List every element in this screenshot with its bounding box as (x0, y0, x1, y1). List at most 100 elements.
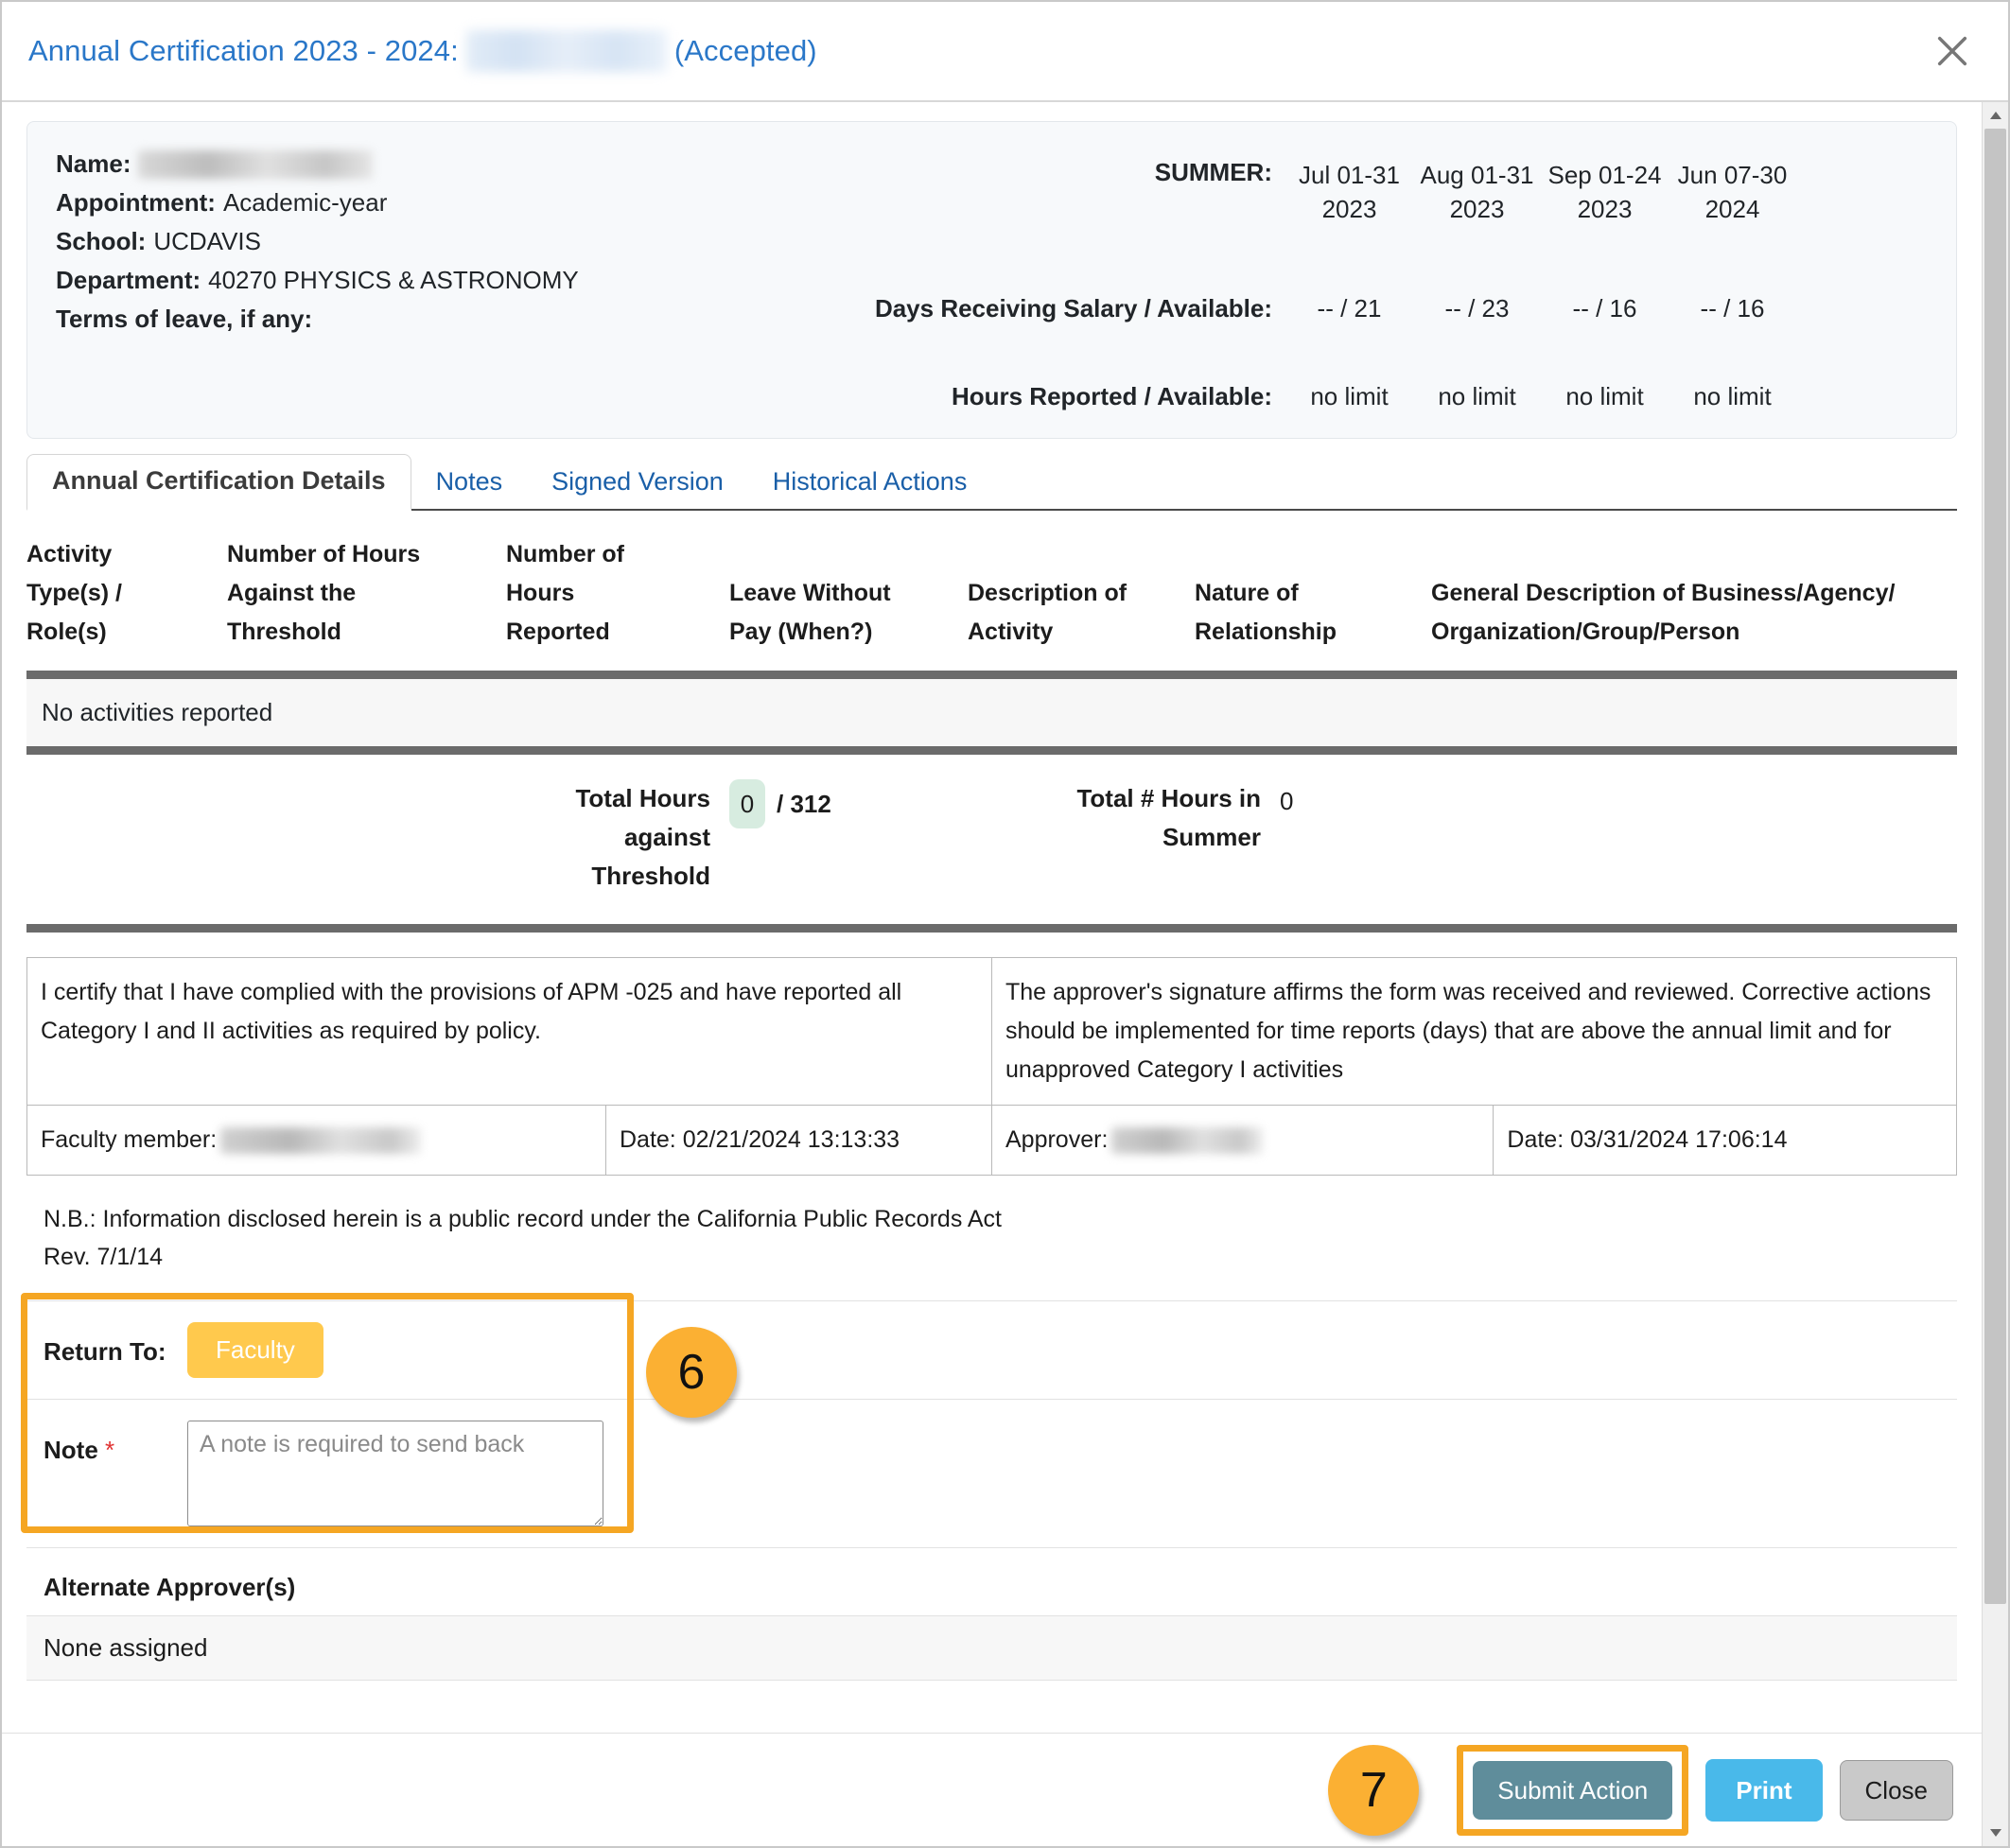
callout-marker-6: 6 (646, 1327, 737, 1418)
total-hours-threshold-label-l1: Total Hours (575, 784, 710, 812)
hours-reported-value-3: no limit (1693, 382, 1772, 410)
col-header-nature-relationship-l1: Nature of (1195, 580, 1299, 606)
return-to-faculty-button[interactable]: Faculty (187, 1322, 323, 1378)
tab-signed-version[interactable]: Signed Version (527, 455, 748, 509)
col-header-activity-type: Activity Type(s) / Role(s) (26, 535, 227, 652)
modal-content: Name: Appointment: Academic-year School:… (2, 102, 1982, 1846)
period-range-0: Jul 01-31 (1299, 161, 1400, 189)
period-range-3: Jun 07-30 (1677, 161, 1788, 189)
col-header-hours-reported-l3: Reported (506, 619, 610, 645)
total-hours-threshold-value: 0 (729, 779, 765, 828)
modal-titlebar: Annual Certification 2023 - 2024: (Accep… (2, 2, 2008, 102)
approver-date-cell: Date: 03/31/2024 17:06:14 (1493, 1105, 1957, 1176)
tab-annual-certification-details[interactable]: Annual Certification Details (26, 454, 411, 511)
total-hours-summer-label: Total # Hours in Summer (968, 779, 1280, 857)
signature-row: Faculty member: Date: 02/21/2024 13:13:3… (26, 1105, 1957, 1176)
tab-notes[interactable]: Notes (411, 455, 528, 509)
public-record-notice-line2: Rev. 7/1/14 (44, 1244, 164, 1270)
note-input[interactable] (187, 1421, 603, 1526)
faculty-info-left: Name: Appointment: Academic-year School:… (56, 145, 841, 411)
info-name-label: Name: (56, 149, 131, 178)
hours-reported-value-2: no limit (1565, 382, 1644, 410)
close-icon[interactable] (1931, 29, 1974, 73)
modal-footer: 7 Submit Action Print Close (2, 1733, 1982, 1846)
info-department-row: Department: 40270 PHYSICS & ASTRONOMY (56, 261, 841, 300)
days-salary-value-3: -- / 16 (1700, 294, 1765, 323)
summer-label: SUMMER: (1154, 158, 1272, 186)
submit-action-highlight-box: Submit Action (1457, 1744, 1689, 1836)
total-hours-summer-label-l1: Total # Hours in (1076, 784, 1261, 812)
alternate-approvers-value: None assigned (26, 1615, 1957, 1681)
submit-action-button[interactable]: Submit Action (1473, 1760, 1673, 1820)
days-salary-value-0: -- / 21 (1317, 294, 1382, 323)
redacted-name-value (138, 149, 374, 179)
activities-table: Activity Type(s) / Role(s) Number of Hou… (26, 511, 1957, 933)
alternate-approvers-title: Alternate Approver(s) (44, 1573, 296, 1601)
empty-activities-row: No activities reported (26, 679, 1957, 746)
status-badge: (Accepted) (673, 34, 817, 67)
col-header-description-activity-l1: Description of (968, 580, 1127, 606)
redacted-approver-signature (1111, 1127, 1264, 1155)
col-header-hours-threshold-l1: Number of Hours (227, 541, 421, 567)
scroll-down-arrow-icon[interactable] (1983, 1820, 2008, 1846)
period-range-2: Sep 01-24 (1547, 161, 1662, 189)
faculty-certification-statement: I certify that I have complied with the … (26, 957, 992, 1106)
total-hours-summer-label-l2: Summer (1162, 823, 1261, 851)
period-range-1: Aug 01-31 (1420, 161, 1534, 189)
total-hours-summer-value: 0 (1280, 787, 1294, 815)
col-header-hours-reported: Number of Hours Reported (506, 535, 729, 652)
info-school-label: School: (56, 227, 147, 255)
hours-reported-label: Hours Reported / Available: (951, 382, 1272, 410)
col-header-hours-reported-l1: Number of (506, 541, 624, 567)
total-hours-threshold-value-group: 0 / 312 (729, 779, 968, 828)
col-header-hours-threshold-l3: Threshold (227, 619, 341, 645)
days-salary-label: Days Receiving Salary / Available: (874, 294, 1272, 323)
callout-marker-7: 7 (1328, 1744, 1420, 1836)
scrollbar-track[interactable] (1983, 129, 2008, 1820)
close-button[interactable]: Close (1839, 1759, 1953, 1821)
info-department-value: 40270 PHYSICS & ASTRONOMY (208, 266, 579, 294)
public-record-notice: N.B.: Information disclosed herein is a … (44, 1200, 1957, 1276)
approver-cell: Approver: (990, 1105, 1494, 1176)
page-title-prefix: Annual Certification 2023 - 2024: (28, 34, 459, 67)
info-name-row: Name: (56, 145, 841, 183)
total-hours-threshold-label: Total Hours against Threshold (506, 779, 729, 896)
note-label-text: Note (44, 1436, 98, 1464)
days-salary-value-1: -- / 23 (1444, 294, 1510, 323)
tab-bar: Annual Certification Details Notes Signe… (26, 454, 1957, 511)
faculty-date-cell: Date: 02/21/2024 13:13:33 (605, 1105, 992, 1176)
col-header-description-activity-l2: Activity (968, 619, 1054, 645)
col-header-general-description-l1: General Description of Business/Agency/ (1431, 580, 1896, 606)
redacted-faculty-signature (220, 1127, 422, 1155)
public-record-notice-line1: N.B.: Information disclosed herein is a … (44, 1206, 1003, 1232)
tab-historical-actions[interactable]: Historical Actions (748, 455, 992, 509)
days-salary-value-2: -- / 16 (1572, 294, 1637, 323)
faculty-info-panel: Name: Appointment: Academic-year School:… (26, 121, 1957, 439)
period-header-1: Aug 01-31 2023 (1413, 145, 1541, 226)
scroll-up-arrow-icon[interactable] (1983, 102, 2008, 129)
info-terms-row: Terms of leave, if any: (56, 300, 841, 339)
return-to-row: Return To: Faculty (26, 1300, 1957, 1399)
summer-periods-grid: SUMMER: Jul 01-31 2023 Aug 01-31 2023 Se… (841, 145, 1928, 411)
print-button[interactable]: Print (1705, 1758, 1823, 1822)
certification-statement-row: I certify that I have complied with the … (26, 957, 1957, 1106)
col-header-hours-threshold: Number of Hours Against the Threshold (227, 535, 506, 652)
return-to-label: Return To: (44, 1337, 166, 1366)
total-hours-threshold-label-l3: Threshold (591, 862, 710, 890)
return-to-section: 6 Return To: Faculty Note * (21, 1293, 1957, 1548)
page-title: Annual Certification 2023 - 2024: (Accep… (28, 30, 817, 72)
vertical-scrollbar[interactable] (1982, 102, 2008, 1846)
col-header-general-description: General Description of Business/Agency/ … (1431, 535, 1957, 652)
period-header-2: Sep 01-24 2023 (1541, 145, 1669, 226)
approver-label: Approver: (1005, 1126, 1109, 1153)
certification-signature-table: I certify that I have complied with the … (26, 957, 1957, 1176)
note-label: Note * (26, 1421, 187, 1465)
total-hours-threshold-limit: / 312 (777, 789, 831, 818)
scrollbar-thumb[interactable] (1984, 129, 2006, 1604)
info-department-label: Department: (56, 266, 201, 294)
note-required-mark: * (105, 1436, 115, 1464)
note-row: Note * (26, 1399, 1957, 1548)
totals-row: Total Hours against Threshold 0 / 312 To… (26, 755, 1957, 924)
col-header-activity-type-l3: Role(s) (26, 619, 107, 645)
info-school-value: UCDAVIS (153, 227, 261, 255)
